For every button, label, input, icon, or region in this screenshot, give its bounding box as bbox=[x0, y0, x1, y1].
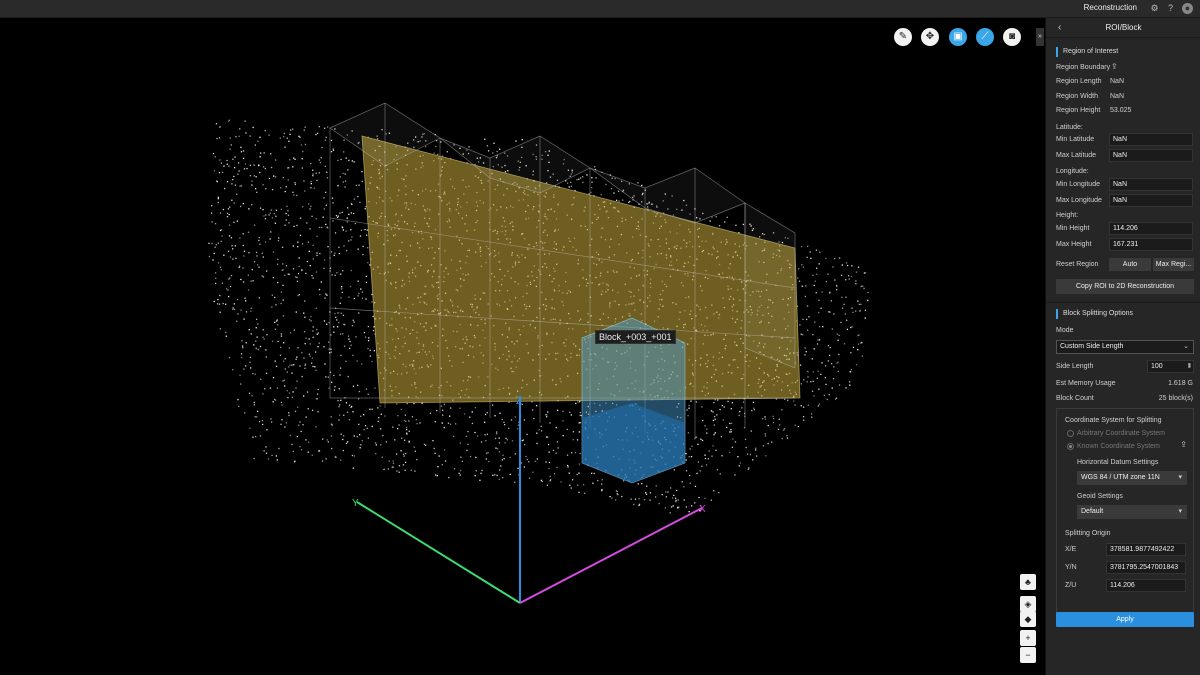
side-length-input[interactable]: 100 ▮ bbox=[1147, 360, 1194, 373]
geoid-select[interactable]: Default ▾ bbox=[1077, 505, 1187, 519]
min-latitude-label: Min Latitude bbox=[1056, 136, 1095, 143]
edit-icon[interactable]: ✎ bbox=[894, 28, 912, 46]
block-section-title: Block Splitting Options bbox=[1056, 309, 1133, 319]
stepper-icon[interactable]: ▮ bbox=[1188, 361, 1191, 372]
z-axis-label: Z bbox=[516, 396, 522, 407]
roi-icon[interactable]: ▣ bbox=[949, 28, 967, 46]
max-latitude-input[interactable]: NaN bbox=[1109, 149, 1193, 162]
region-width-value: NaN bbox=[1110, 93, 1125, 100]
min-latitude-input[interactable]: NaN bbox=[1109, 133, 1193, 146]
max-longitude-input[interactable]: NaN bbox=[1109, 194, 1193, 207]
arbitrary-label: Arbitrary Coordinate System bbox=[1077, 430, 1165, 437]
max-height-label: Max Height bbox=[1056, 241, 1092, 248]
reset-region-label: Reset Region bbox=[1056, 261, 1099, 268]
yn-label: Y/N bbox=[1065, 564, 1077, 571]
measure-icon[interactable]: ⟋ bbox=[976, 28, 994, 46]
import-icon[interactable]: ⇪ bbox=[1180, 440, 1187, 449]
region-boundary-label: Region Boundary bbox=[1056, 64, 1111, 71]
side-length-label: Side Length bbox=[1056, 363, 1094, 370]
latitude-group-label: Latitude: bbox=[1056, 124, 1083, 131]
gear-icon[interactable]: ⚙ bbox=[1149, 3, 1160, 14]
tree-icon[interactable]: ♣ bbox=[1020, 574, 1036, 590]
xe-label: X/E bbox=[1065, 546, 1077, 553]
region-length-label: Region Length bbox=[1056, 78, 1102, 85]
mode-label: Mode bbox=[1056, 327, 1074, 334]
mode-select-value: Custom Side Length bbox=[1060, 343, 1124, 350]
app-title: Reconstruction bbox=[1083, 3, 1137, 12]
caret-down-icon: ▾ bbox=[1178, 508, 1182, 515]
min-longitude-input[interactable]: NaN bbox=[1109, 178, 1193, 191]
datum-value: WGS 84 / UTM zone 11N bbox=[1081, 474, 1160, 481]
datum-label: Horizontal Datum Settings bbox=[1077, 459, 1159, 466]
caret-down-icon: ▾ bbox=[1178, 474, 1182, 481]
memory-usage-value: 1.618 G bbox=[1168, 380, 1193, 387]
longitude-group-label: Longitude: bbox=[1056, 168, 1089, 175]
coordinate-system-title: Coordinate System for Splitting bbox=[1065, 417, 1162, 424]
memory-usage-label: Est Memory Usage bbox=[1056, 380, 1116, 387]
block-count-value: 25 block(s) bbox=[1158, 395, 1193, 402]
min-height-label: Min Height bbox=[1056, 225, 1090, 232]
user-icon[interactable]: ● bbox=[1182, 3, 1193, 14]
max-latitude-label: Max Latitude bbox=[1056, 152, 1097, 159]
side-length-value: 100 bbox=[1151, 363, 1163, 370]
move-icon[interactable]: ✥ bbox=[921, 28, 939, 46]
zu-label: Z/U bbox=[1065, 582, 1077, 589]
arbitrary-radio[interactable] bbox=[1067, 430, 1074, 437]
splitting-origin-label: Splitting Origin bbox=[1065, 530, 1111, 537]
geoid-value: Default bbox=[1081, 508, 1104, 515]
known-radio[interactable] bbox=[1067, 443, 1074, 450]
xe-input[interactable]: 378581.9877492422 bbox=[1106, 543, 1186, 556]
zu-input[interactable]: 114.206 bbox=[1106, 579, 1186, 592]
help-icon[interactable]: ? bbox=[1165, 3, 1176, 14]
height-group-label: Height: bbox=[1056, 212, 1079, 219]
known-label: Known Coordinate System bbox=[1077, 443, 1160, 450]
region-length-value: NaN bbox=[1110, 78, 1125, 85]
roi-region bbox=[361, 135, 801, 404]
region-width-label: Region Width bbox=[1056, 93, 1099, 100]
max-height-input[interactable]: 167.231 bbox=[1109, 238, 1193, 251]
point-cloud-scene[interactable]: Z Y X bbox=[0, 18, 1044, 675]
collapse-panel-button[interactable]: » bbox=[1036, 28, 1044, 46]
block-tooltip: Block_+003_+001 bbox=[595, 330, 676, 344]
datum-select[interactable]: WGS 84 / UTM zone 11N ▾ bbox=[1077, 471, 1187, 485]
zoom-out-button[interactable]: − bbox=[1020, 647, 1036, 663]
panel-header: ‹ ROI/Block bbox=[1046, 18, 1200, 38]
coordinate-system-box: Coordinate System for Splitting Arbitrar… bbox=[1056, 408, 1194, 620]
region-height-value: 53.025 bbox=[1110, 107, 1132, 114]
auto-button[interactable]: Auto bbox=[1109, 258, 1151, 271]
region-height-label: Region Height bbox=[1056, 107, 1101, 114]
cube-side-icon[interactable]: ◆ bbox=[1020, 611, 1036, 627]
y-axis-label: Y bbox=[352, 498, 359, 509]
camera-icon[interactable]: ◙ bbox=[1003, 28, 1021, 46]
min-height-input[interactable]: 114.206 bbox=[1109, 222, 1193, 235]
top-bar: Reconstruction ⚙ ? ● bbox=[0, 0, 1200, 18]
cube-top-icon[interactable]: ◈ bbox=[1020, 596, 1036, 612]
max-longitude-label: Max Longitude bbox=[1056, 197, 1102, 204]
geoid-label: Geoid Settings bbox=[1077, 493, 1123, 500]
apply-button[interactable]: Apply bbox=[1056, 612, 1194, 627]
zoom-in-button[interactable]: + bbox=[1020, 630, 1036, 646]
yn-input[interactable]: 3781795.2547001843 bbox=[1106, 561, 1186, 574]
roi-block-panel: ‹ ROI/Block Region of Interest Region Bo… bbox=[1045, 18, 1200, 675]
copy-roi-button[interactable]: Copy ROI to 2D Reconstruction bbox=[1056, 279, 1194, 294]
block-count-label: Block Count bbox=[1056, 395, 1094, 402]
roi-section-title: Region of Interest bbox=[1056, 47, 1118, 57]
min-longitude-label: Min Longitude bbox=[1056, 181, 1100, 188]
mode-select[interactable]: Custom Side Length ⌄ bbox=[1056, 340, 1194, 354]
chevron-down-icon: ⌄ bbox=[1183, 343, 1189, 350]
3d-viewport[interactable]: Z Y X ✎ ✥ ▣ ⟋ ◙ » Block_+003_+001 ♣ ◈ ◆ … bbox=[0, 18, 1044, 675]
x-axis-label: X bbox=[699, 504, 706, 515]
import-boundary-icon[interactable]: ⇪ bbox=[1111, 62, 1118, 71]
panel-title: ROI/Block bbox=[1105, 23, 1142, 32]
max-region-button[interactable]: Max Regi... bbox=[1153, 258, 1194, 271]
